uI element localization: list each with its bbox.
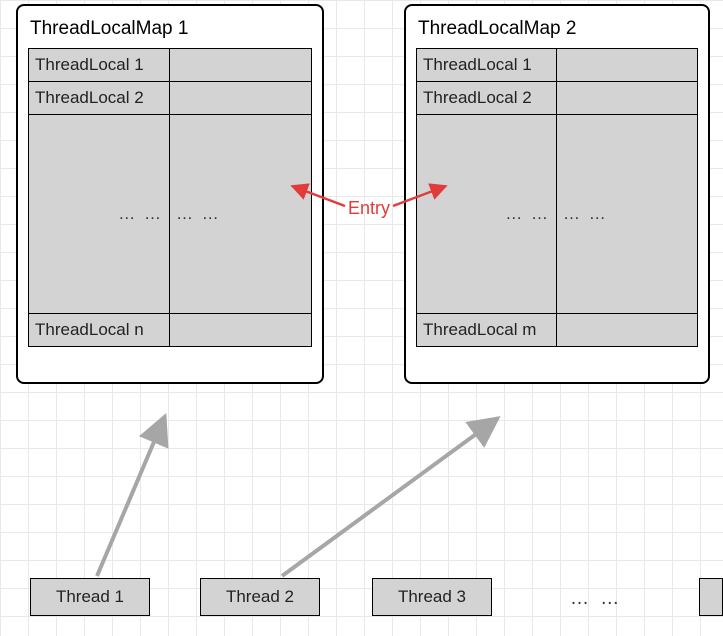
map1-row0-value bbox=[170, 49, 311, 81]
map1-row1-value bbox=[170, 82, 311, 114]
map2-title: ThreadLocalMap 2 bbox=[416, 14, 698, 48]
table-row: … … … … bbox=[29, 115, 311, 314]
thread-2-label: Thread 2 bbox=[226, 587, 294, 607]
table-row: ThreadLocal 1 bbox=[417, 49, 697, 82]
map1-row3-value bbox=[170, 314, 311, 346]
thread-3-box: Thread 3 bbox=[372, 578, 492, 616]
table-row: ThreadLocal 2 bbox=[417, 82, 697, 115]
map2-row3-value bbox=[557, 314, 697, 346]
map2-row0-key: ThreadLocal 1 bbox=[417, 49, 557, 81]
map2-row1-key: ThreadLocal 2 bbox=[417, 82, 557, 114]
map1-row0-key: ThreadLocal 1 bbox=[29, 49, 170, 81]
table-row: ThreadLocal m bbox=[417, 314, 697, 346]
thread-extra-box bbox=[699, 578, 723, 616]
map2-row2-value: … … bbox=[563, 204, 608, 224]
thread-3-label: Thread 3 bbox=[398, 587, 466, 607]
thread-1-box: Thread 1 bbox=[30, 578, 150, 616]
map2-table: ThreadLocal 1 ThreadLocal 2 … … … … Thre… bbox=[416, 48, 698, 347]
table-row: … … … … bbox=[417, 115, 697, 314]
threadlocalmap-1: ThreadLocalMap 1 ThreadLocal 1 ThreadLoc… bbox=[16, 4, 324, 384]
thread2-to-map2-arrow bbox=[282, 418, 498, 576]
map2-row1-value bbox=[557, 82, 697, 114]
table-row: ThreadLocal 2 bbox=[29, 82, 311, 115]
map2-row0-value bbox=[557, 49, 697, 81]
thread1-to-map1-arrow bbox=[97, 416, 165, 576]
thread-1-label: Thread 1 bbox=[56, 587, 124, 607]
map1-row1-key: ThreadLocal 2 bbox=[29, 82, 170, 114]
map1-row2-key: … … bbox=[118, 204, 163, 224]
table-row: ThreadLocal n bbox=[29, 314, 311, 346]
table-row: ThreadLocal 1 bbox=[29, 49, 311, 82]
threadlocalmap-2: ThreadLocalMap 2 ThreadLocal 1 ThreadLoc… bbox=[404, 4, 710, 384]
map1-row3-key: ThreadLocal n bbox=[29, 314, 170, 346]
thread-2-box: Thread 2 bbox=[200, 578, 320, 616]
thread-ellipsis: … … bbox=[570, 588, 622, 610]
map2-row3-key: ThreadLocal m bbox=[417, 314, 557, 346]
map1-table: ThreadLocal 1 ThreadLocal 2 … … … … Thre… bbox=[28, 48, 312, 347]
entry-label: Entry bbox=[348, 198, 390, 219]
map1-row2-value: … … bbox=[176, 204, 221, 224]
map2-row2-key: … … bbox=[505, 204, 550, 224]
map1-title: ThreadLocalMap 1 bbox=[28, 14, 312, 48]
